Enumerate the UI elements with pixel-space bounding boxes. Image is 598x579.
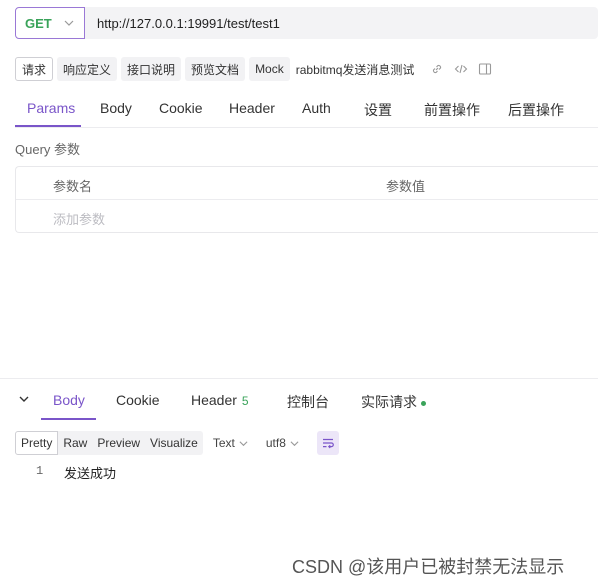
add-param-input[interactable]: 添加参数 — [53, 209, 105, 228]
query-section-title: Query 参数 — [15, 142, 81, 157]
content-type-value: Text — [212, 436, 235, 450]
tab-auth[interactable]: Auth — [302, 100, 331, 116]
request-tabs: Params Body Cookie Header Auth 设置 前置操作 后… — [15, 94, 598, 128]
table-header-row: 参数名 参数值 — [16, 167, 598, 200]
tab-params[interactable]: Params — [27, 100, 75, 116]
response-tabs: Body Cookie Header 5 控制台 实际请求 — [0, 379, 598, 421]
line-number: 1 — [36, 464, 44, 478]
tab-header[interactable]: Header — [229, 100, 275, 116]
response-tab-header-label: Header — [191, 392, 237, 408]
link-icon[interactable] — [430, 62, 444, 76]
collapse-icon[interactable] — [18, 393, 30, 405]
active-tab-indicator — [15, 125, 81, 127]
content-type-select[interactable]: Text — [213, 436, 248, 450]
add-param-row[interactable]: 添加参数 — [16, 200, 598, 233]
response-body-text: 发送成功 — [64, 466, 117, 481]
column-header-value: 参数值 — [386, 179, 426, 194]
response-body-viewer[interactable]: 1 发送成功 CSDN @该用户已被封禁无法显示 — [0, 461, 598, 577]
chevron-down-icon — [290, 440, 299, 446]
response-panel: Body Cookie Header 5 控制台 实际请求 Pretty Raw … — [0, 378, 598, 577]
tab-body[interactable]: Body — [100, 100, 132, 116]
format-raw[interactable]: Raw — [58, 431, 93, 455]
encoding-value: utf8 — [265, 436, 286, 450]
response-tab-header[interactable]: Header 5 — [191, 392, 249, 408]
active-response-tab-indicator — [41, 418, 96, 420]
tab-pre-operations[interactable]: 前置操作 — [424, 100, 480, 120]
column-header-name: 参数名 — [53, 179, 93, 194]
encoding-select[interactable]: utf8 — [266, 436, 299, 450]
chevron-down-icon — [239, 440, 248, 446]
format-pretty[interactable]: Pretty — [15, 431, 59, 455]
code-icon[interactable] — [454, 62, 468, 76]
format-preview[interactable]: Preview — [92, 431, 146, 455]
tab-cookie[interactable]: Cookie — [159, 100, 203, 116]
response-tab-actual-request[interactable]: 实际请求 — [361, 392, 426, 412]
response-tab-cookie[interactable]: Cookie — [116, 392, 160, 408]
url-input[interactable]: http://127.0.0.1:19991/test/test1 — [85, 7, 598, 39]
format-toolbar: Pretty Raw Preview Visualize Text utf8 — [15, 431, 339, 455]
response-tab-actual-request-label: 实际请求 — [361, 394, 417, 410]
doc-tab-preview-doc[interactable]: 预览文档 — [185, 57, 246, 81]
request-bar: GET http://127.0.0.1:19991/test/test1 — [15, 7, 598, 39]
wrap-lines-icon — [322, 438, 334, 449]
api-title[interactable]: rabbitmq发送消息测试 — [294, 57, 417, 81]
doc-tab-response-definition[interactable]: 响应定义 — [57, 57, 118, 81]
watermark-text: CSDN @该用户已被封禁无法显示 — [292, 557, 565, 577]
doc-tabs: 请求 响应定义 接口说明 预览文档 Mock rabbitmq发送消息测试 — [15, 57, 492, 81]
doc-tab-request[interactable]: 请求 — [15, 57, 54, 81]
format-visualize[interactable]: Visualize — [145, 431, 203, 455]
chevron-down-icon — [64, 20, 74, 26]
response-tab-body[interactable]: Body — [53, 392, 85, 408]
panel-icon[interactable] — [478, 62, 492, 76]
doc-tab-mock[interactable]: Mock — [249, 57, 290, 81]
method-select[interactable]: GET — [15, 7, 85, 39]
word-wrap-button[interactable] — [316, 431, 339, 455]
header-count-badge: 5 — [241, 394, 249, 408]
doc-tab-api-description[interactable]: 接口说明 — [121, 57, 182, 81]
query-params-table: 参数名 参数值 添加参数 — [15, 166, 598, 233]
tab-settings[interactable]: 设置 — [364, 100, 392, 120]
response-tab-console[interactable]: 控制台 — [287, 392, 329, 412]
method-label: GET — [25, 15, 52, 31]
status-dot — [421, 400, 426, 406]
tab-post-operations[interactable]: 后置操作 — [508, 100, 564, 120]
